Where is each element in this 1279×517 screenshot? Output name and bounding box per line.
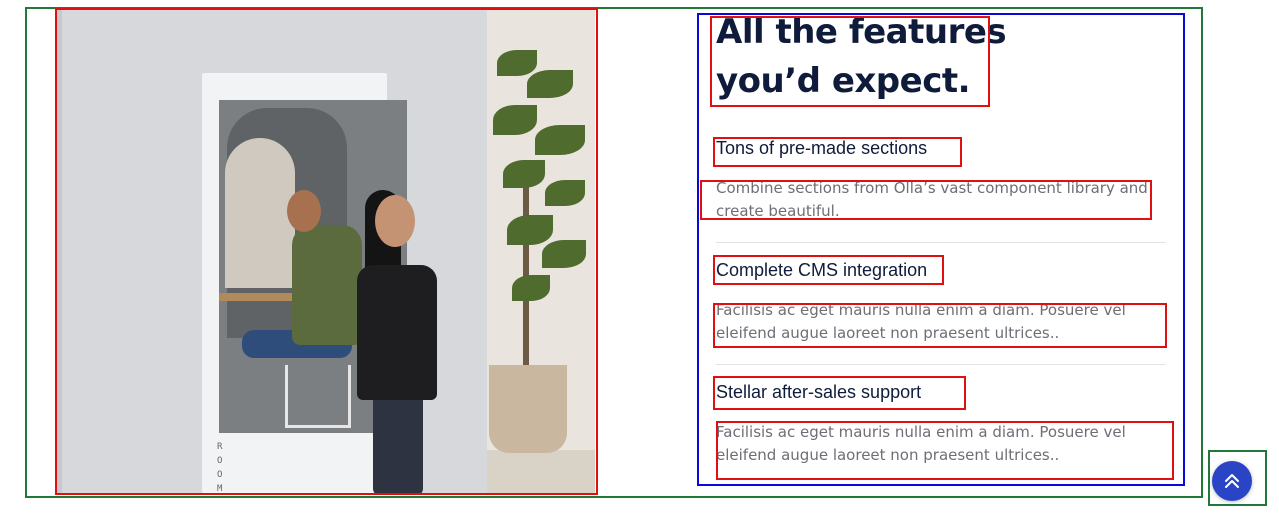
heading-line-1: All the features — [716, 12, 1007, 52]
feature-title-support: Stellar after-sales support — [716, 382, 922, 402]
scroll-to-top-button[interactable] — [1212, 461, 1252, 501]
room-logo-text: R O O M — [217, 442, 231, 493]
feature-divider-1 — [716, 242, 1166, 243]
double-chevron-up-icon — [1225, 474, 1239, 488]
feature-desc-support: Facilisis ac eget mauris nulla enim a di… — [716, 423, 1126, 464]
feature-title-sections: Tons of pre-made sections — [716, 138, 928, 158]
feature-desc-sections: Combine sections from Olla’s vast compon… — [716, 179, 1148, 220]
feature-title-cms: Complete CMS integration — [716, 260, 928, 280]
feature-divider-2 — [716, 364, 1166, 365]
feature-photo: R O O M — [57, 10, 595, 493]
feature-desc-cms: Facilisis ac eget mauris nulla enim a di… — [716, 301, 1126, 342]
section-heading: All the features you’d expect. — [716, 8, 1016, 106]
heading-line-2: you’d expect. — [716, 61, 971, 101]
